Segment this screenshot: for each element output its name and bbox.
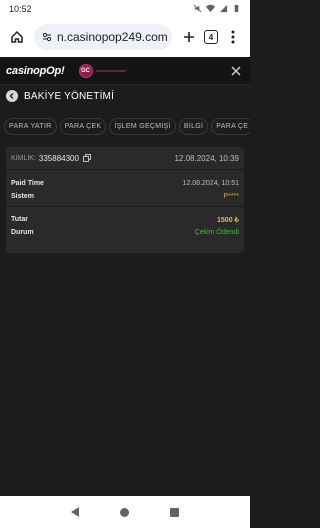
- tab-count: 4: [204, 30, 218, 44]
- partner-badge: GC: [78, 63, 126, 78]
- new-tab-button[interactable]: [178, 26, 200, 48]
- divider: [6, 206, 244, 207]
- mute-icon: [193, 4, 202, 13]
- transaction-card: KİMLİK: 335884300 12.08.2024, 10:39 Paid…: [6, 147, 244, 253]
- system-icons: [193, 4, 241, 13]
- status-value: Çekim Ödendi: [194, 229, 239, 236]
- home-icon: [11, 30, 23, 43]
- url-text: n.casinopop249.com: [57, 30, 168, 44]
- home-button[interactable]: [6, 26, 28, 48]
- more-vert-icon: [231, 30, 235, 44]
- logo-text-pop: pOp!: [39, 64, 65, 77]
- close-icon: [231, 65, 241, 76]
- signal-icon: [219, 4, 228, 13]
- tab-deposit[interactable]: PARA YATIR: [4, 117, 57, 135]
- menu-button[interactable]: [222, 26, 244, 48]
- chevron-left-icon: [9, 93, 14, 99]
- system-value: P****: [223, 193, 239, 200]
- tab-info[interactable]: BİLGİ: [178, 117, 209, 135]
- tab-switcher-button[interactable]: 4: [200, 26, 222, 48]
- paid-time-value: 12.08.2024, 10:51: [182, 180, 239, 187]
- nav-home-icon[interactable]: [119, 507, 129, 517]
- amount-value: 1500 ₺: [217, 216, 239, 224]
- created-date: 12.08.2024, 10:39: [174, 153, 239, 163]
- site-header: casinopOp! GC: [0, 57, 250, 85]
- system-row: Sistem P****: [6, 190, 244, 203]
- nav-recents-icon[interactable]: [170, 507, 180, 517]
- back-button[interactable]: [6, 90, 18, 102]
- status-row: Durum Çekim Ödendi: [6, 226, 244, 239]
- tab-transaction-history[interactable]: İŞLEM GEÇMİŞİ: [109, 117, 176, 135]
- page-title: BAKİYE YÖNETİMİ: [24, 90, 115, 102]
- wifi-icon: [206, 4, 215, 13]
- gc-logo-icon: GC: [78, 63, 93, 78]
- tab-withdraw-2[interactable]: PARA ÇE: [211, 117, 250, 135]
- browser-toolbar: n.casinopop249.com 4: [0, 17, 250, 57]
- close-button[interactable]: [228, 63, 244, 79]
- nav-back-icon[interactable]: [70, 507, 79, 517]
- casinopop-logo[interactable]: casinopOp!: [6, 65, 65, 77]
- paid-time-row: Paid Time 12.08.2024, 10:51: [6, 177, 244, 190]
- id-label: KİMLİK:: [11, 154, 36, 162]
- tab-withdraw[interactable]: PARA ÇEK: [59, 117, 107, 135]
- status-label: Durum: [11, 229, 34, 236]
- amount-row: Tutar 1500 ₺: [6, 213, 244, 226]
- address-bar[interactable]: n.casinopop249.com: [34, 24, 172, 50]
- site-settings-icon[interactable]: [42, 32, 52, 42]
- logo-text-main: casino: [6, 64, 40, 77]
- battery-icon: [234, 4, 239, 13]
- status-bar: 10:52: [0, 0, 250, 17]
- id-value: 335884300: [38, 153, 79, 163]
- copy-icon[interactable]: [83, 154, 91, 162]
- partner-text: [95, 69, 126, 72]
- transaction-header: KİMLİK: 335884300 12.08.2024, 10:39: [6, 147, 244, 170]
- system-nav-bar: [0, 496, 250, 528]
- status-time: 10:52: [9, 3, 32, 14]
- system-label: Sistem: [11, 193, 34, 200]
- balance-tabs: PARA YATIR PARA ÇEK İŞLEM GEÇMİŞİ BİLGİ …: [0, 115, 250, 137]
- amount-label: Tutar: [11, 216, 28, 223]
- page-title-row: BAKİYE YÖNETİMİ: [6, 90, 114, 102]
- paid-time-label: Paid Time: [11, 180, 44, 187]
- plus-icon: [184, 32, 194, 42]
